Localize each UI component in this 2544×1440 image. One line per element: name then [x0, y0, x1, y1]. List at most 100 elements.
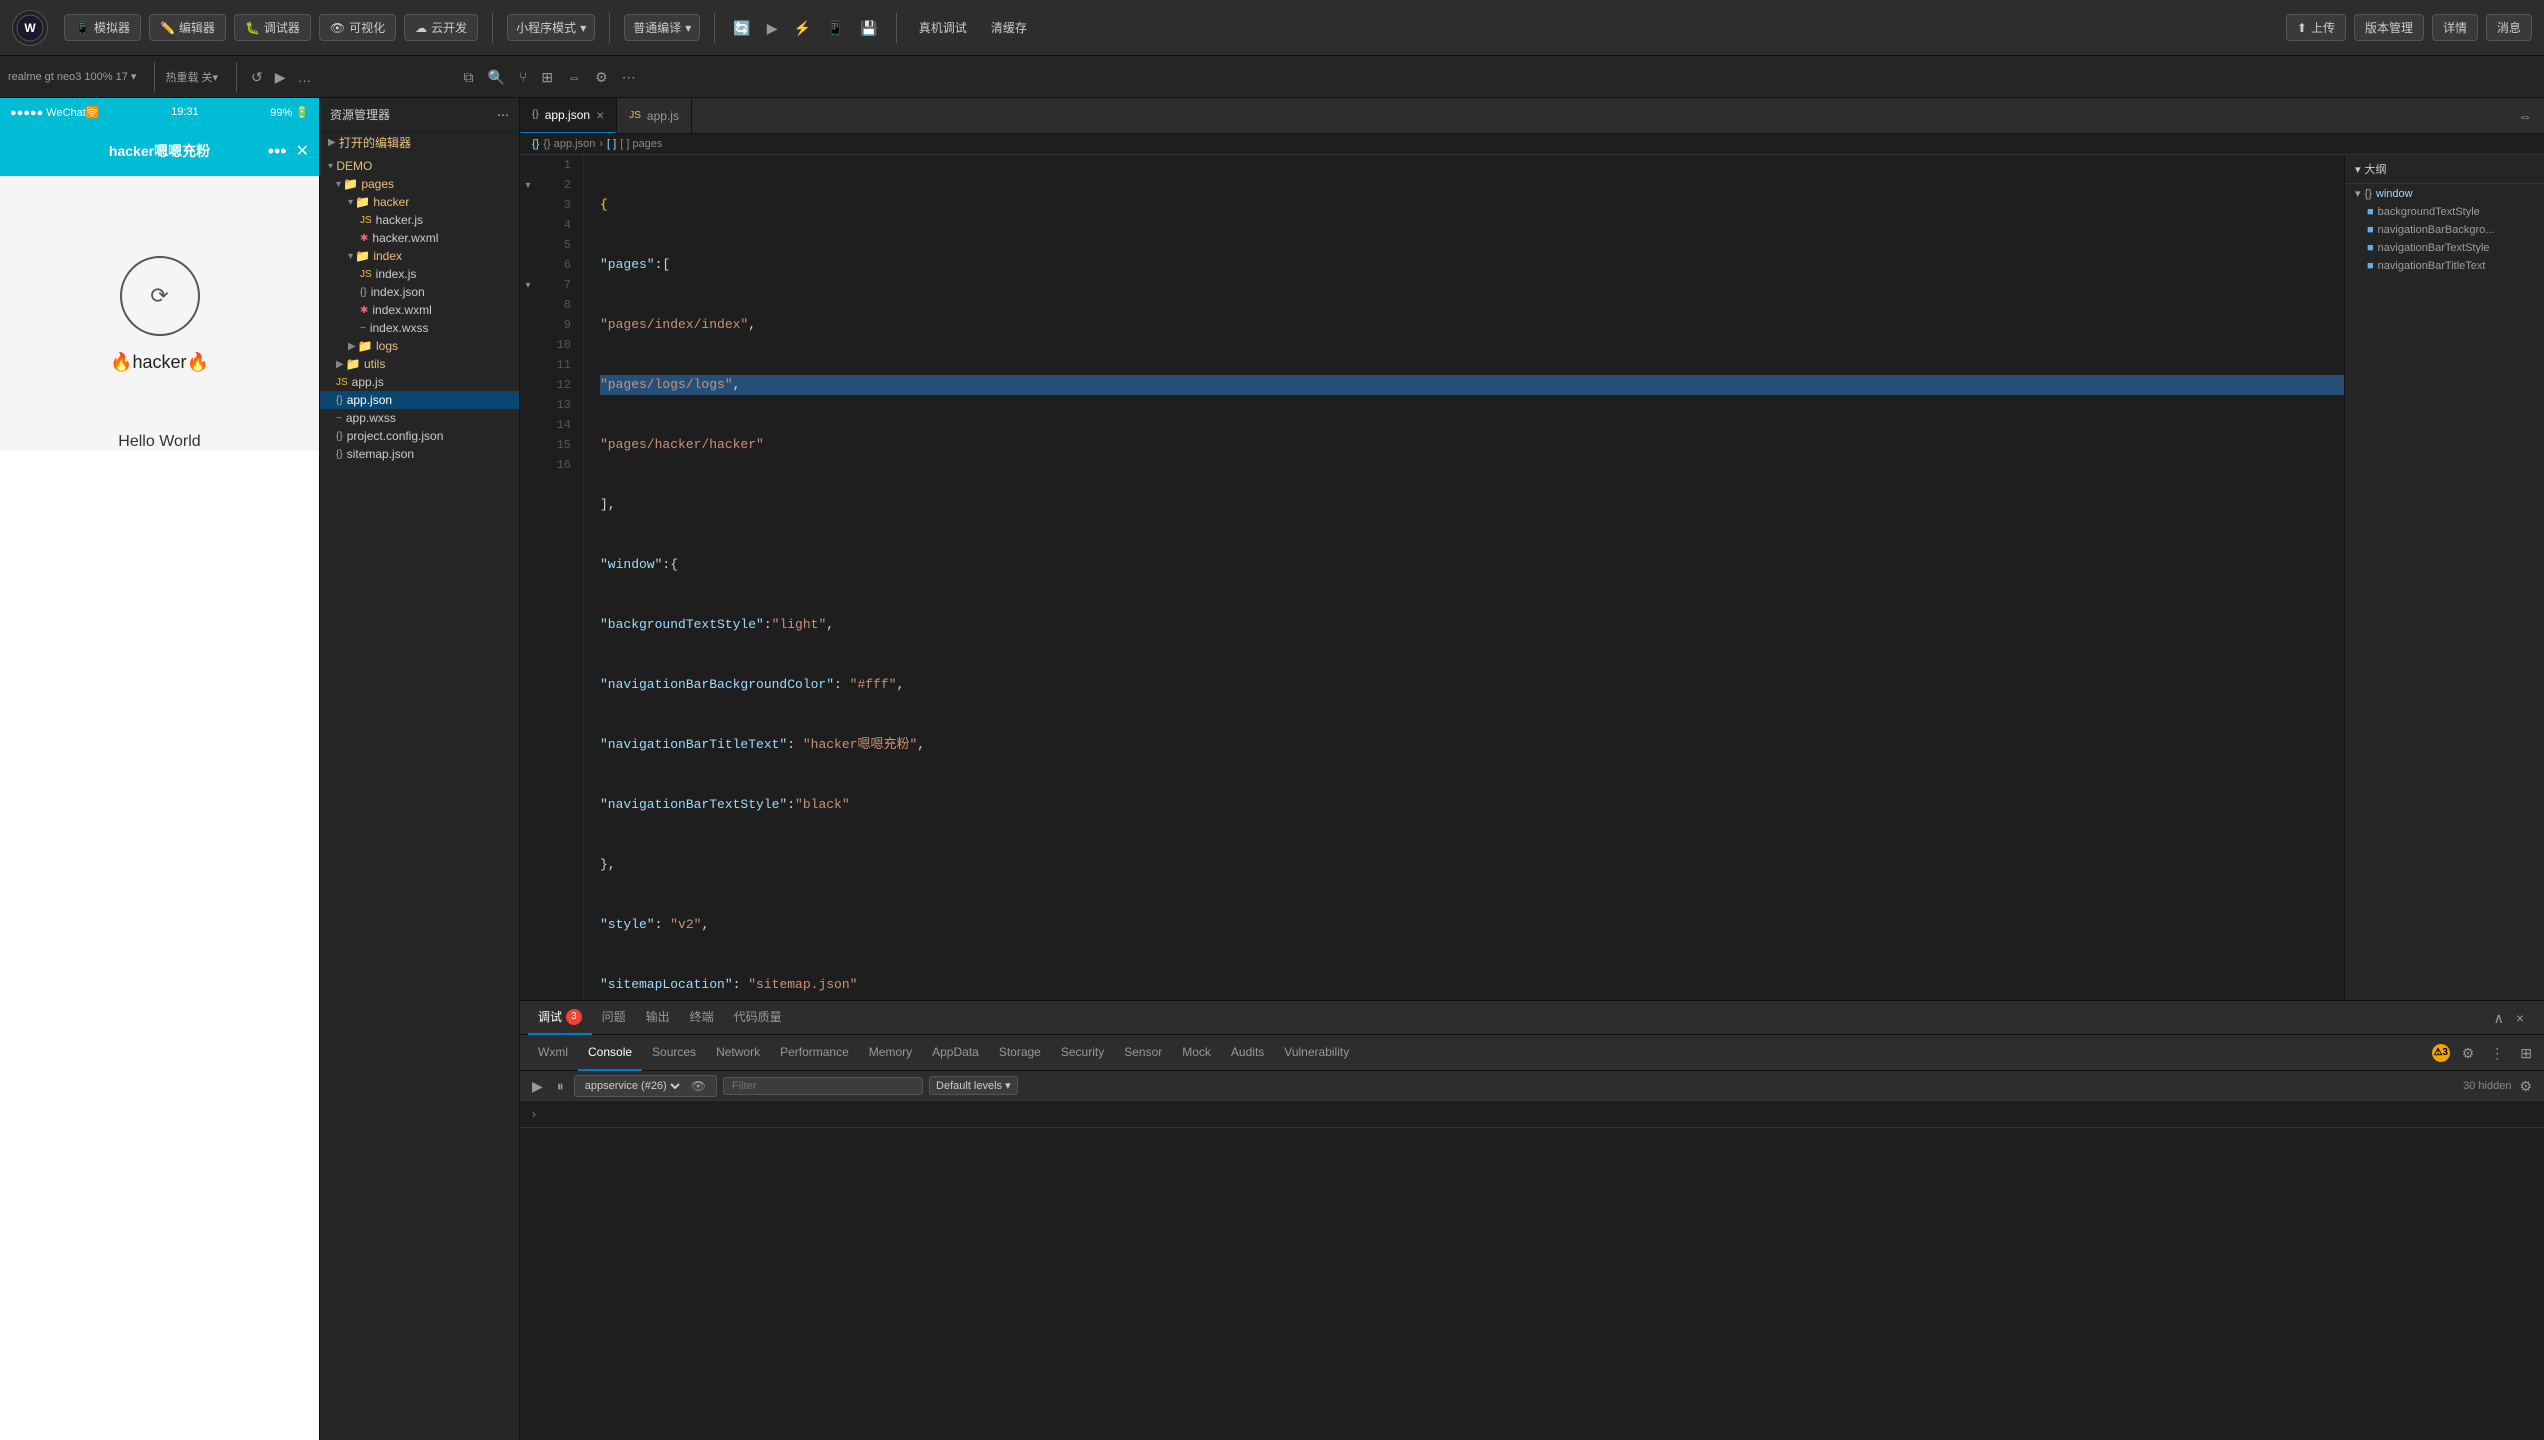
panel-close-btn[interactable]: × [2512, 1009, 2528, 1027]
qr-btn[interactable]: ⚡ [789, 19, 814, 37]
simulator-btn[interactable]: 📱 模拟器 [64, 14, 141, 41]
eye-btn[interactable]: 👁 [687, 1078, 710, 1094]
file-project-config[interactable]: {} project.config.json [320, 427, 519, 445]
file-index-wxml[interactable]: ✱ index.wxml [320, 301, 519, 319]
fold-arrow-2[interactable]: ▾ [525, 180, 530, 191]
cloud-btn[interactable]: ☁ 云开发 [404, 14, 478, 41]
file-hacker-js[interactable]: JS hacker.js [320, 211, 519, 229]
devtools-tab-sources[interactable]: Sources [642, 1035, 706, 1071]
file-index-json[interactable]: {} index.json [320, 283, 519, 301]
outline-nav-text-style[interactable]: ■ navigationBarTextStyle [2345, 239, 2544, 257]
file-more2-btn[interactable]: ⋯ [618, 68, 640, 86]
file-index-js[interactable]: JS index.js [320, 265, 519, 283]
file-hacker-wxml[interactable]: ✱ hacker.wxml [320, 229, 519, 247]
project-demo[interactable]: ▾ DEMO [320, 157, 519, 175]
folder-pages[interactable]: ▾ 📁 pages [320, 175, 519, 193]
hacker-fold-arrow[interactable]: ▾ [348, 197, 353, 208]
debugger-btn[interactable]: 🐛 调试器 [234, 14, 311, 41]
file-grid-btn[interactable]: ⊞ [537, 68, 557, 86]
utils-fold-arrow[interactable]: ▶ [336, 359, 344, 370]
devtools-tab-storage[interactable]: Storage [989, 1035, 1051, 1071]
devtools-more-btn[interactable]: ⋮ [2486, 1044, 2508, 1062]
file-app-wxss[interactable]: ~ app.wxss [320, 409, 519, 427]
save-btn[interactable]: 💾 [856, 19, 881, 37]
devtools-tab-network[interactable]: Network [706, 1035, 770, 1071]
logs-fold-arrow[interactable]: ▶ [348, 341, 356, 352]
console-context-selector[interactable]: appservice (#26) [581, 1079, 683, 1093]
console-input[interactable] [542, 1107, 2532, 1121]
code-editor[interactable]: ▾ ▾ [520, 155, 2344, 1000]
index-fold-arrow[interactable]: ▾ [348, 251, 353, 262]
open-editors-section[interactable]: ▶ 打开的编辑器 [320, 132, 519, 153]
file-scm-btn[interactable]: ⑂ [515, 68, 531, 86]
devtools-tab-vulnerability[interactable]: Vulnerability [1274, 1035, 1359, 1071]
breadcrumb-label2[interactable]: [ ] pages [620, 138, 662, 150]
mode-selector[interactable]: 小程序模式 ▾ [507, 14, 595, 41]
preview-btn[interactable]: ▶ [763, 19, 782, 37]
device-info[interactable]: realme gt neo3 100% 17 ▾ [8, 70, 136, 83]
folder-hacker[interactable]: ▾ 📁 hacker [320, 193, 519, 211]
fold-arrow-7[interactable]: ▾ [525, 280, 530, 291]
devtools-tab-mock[interactable]: Mock [1172, 1035, 1221, 1071]
devtools-tab-memory[interactable]: Memory [859, 1035, 922, 1071]
outline-nav-title[interactable]: ■ navigationBarTitleText [2345, 257, 2544, 275]
bottom-tab-code-quality[interactable]: 代码质量 [724, 1001, 792, 1035]
file-search-btn[interactable]: 🔍 [484, 68, 509, 86]
bottom-tab-debug[interactable]: 调试 3 [528, 1001, 592, 1035]
bottom-tab-output[interactable]: 输出 [636, 1001, 680, 1035]
tab-app-json[interactable]: {} app.json × [520, 98, 617, 134]
bottom-tab-problems[interactable]: 问题 [592, 1001, 636, 1035]
toolbar-run-btn[interactable]: ▶ [271, 68, 290, 86]
file-index-wxss[interactable]: ~ index.wxss [320, 319, 519, 337]
default-levels-selector[interactable]: Default levels ▾ [929, 1076, 1018, 1095]
file-sitemap-json[interactable]: {} sitemap.json [320, 445, 519, 463]
devtools-tab-security[interactable]: Security [1051, 1035, 1114, 1071]
split-editor-btn[interactable]: ⇔ [2514, 107, 2536, 125]
outline-bg-text[interactable]: ■ backgroundTextStyle [2345, 203, 2544, 221]
devtools-tab-appdata[interactable]: AppData [922, 1035, 989, 1071]
code-lines[interactable]: { "pages":[ "pages/index/index", "pages/… [584, 155, 2344, 1000]
devtools-dock-btn[interactable]: ⊞ [2516, 1044, 2536, 1062]
file-settings-btn[interactable]: ⚙ [591, 68, 612, 86]
editor-btn[interactable]: ✏️ 编辑器 [149, 14, 226, 41]
devtools-tab-wxml[interactable]: Wxml [528, 1035, 578, 1071]
file-app-js[interactable]: JS app.js [320, 373, 519, 391]
pages-fold-arrow[interactable]: ▾ [336, 179, 341, 190]
refresh-btn[interactable]: 🔄 [729, 19, 754, 37]
file-tree-more-btn[interactable]: ⋯ [497, 108, 509, 122]
outline-window[interactable]: ▾ {} window [2345, 184, 2544, 203]
console-pause-btn[interactable]: ⏸ [553, 1077, 568, 1095]
devtools-tab-console[interactable]: Console [578, 1035, 642, 1071]
version-btn[interactable]: 版本管理 [2354, 14, 2424, 41]
bottom-tab-terminal[interactable]: 终端 [680, 1001, 724, 1035]
devtools-tab-audits[interactable]: Audits [1221, 1035, 1274, 1071]
outline-nav-bg[interactable]: ■ navigationBarBackgro... [2345, 221, 2544, 239]
upload-btn[interactable]: ⬆ 上传 [2286, 14, 2346, 41]
console-gear-btn[interactable]: ⚙ [2515, 1077, 2536, 1095]
file-app-json[interactable]: {} app.json [320, 391, 519, 409]
detail-btn[interactable]: 详情 [2432, 14, 2478, 41]
devtools-settings-btn[interactable]: ⚙ [2458, 1044, 2479, 1062]
hotreload-toggle[interactable]: 热重载 关▾ [165, 69, 218, 85]
file-copy-btn[interactable]: ⧉ [460, 68, 478, 86]
folder-utils[interactable]: ▶ 📁 utils [320, 355, 519, 373]
tab-app-json-close[interactable]: × [596, 108, 604, 122]
visualize-btn[interactable]: 👁 可视化 [319, 14, 396, 41]
toolbar-refresh-btn[interactable]: ↺ [247, 68, 267, 86]
panel-collapse-btn[interactable]: ∧ [2490, 1009, 2508, 1027]
console-run-btn[interactable]: ▶ [528, 1077, 547, 1095]
folder-logs[interactable]: ▶ 📁 logs [320, 337, 519, 355]
devtools-tab-performance[interactable]: Performance [770, 1035, 859, 1071]
breadcrumb-label1[interactable]: {} app.json [543, 138, 595, 150]
devtools-tab-sensor[interactable]: Sensor [1114, 1035, 1172, 1071]
real-device-btn[interactable]: 📱 [823, 19, 848, 37]
outline-collapse-icon[interactable]: ▾ [2355, 163, 2361, 176]
toolbar-more-btn[interactable]: … [294, 68, 316, 86]
tab-app-js[interactable]: JS app.js [617, 98, 692, 134]
message-btn[interactable]: 消息 [2486, 14, 2532, 41]
compile-selector[interactable]: 普通编译 ▾ [624, 14, 700, 41]
warning-icon: ⚠ [2433, 1047, 2442, 1058]
file-split-btn[interactable]: ⇔ [563, 68, 585, 86]
folder-index[interactable]: ▾ 📁 index [320, 247, 519, 265]
console-filter-input[interactable] [723, 1077, 923, 1095]
